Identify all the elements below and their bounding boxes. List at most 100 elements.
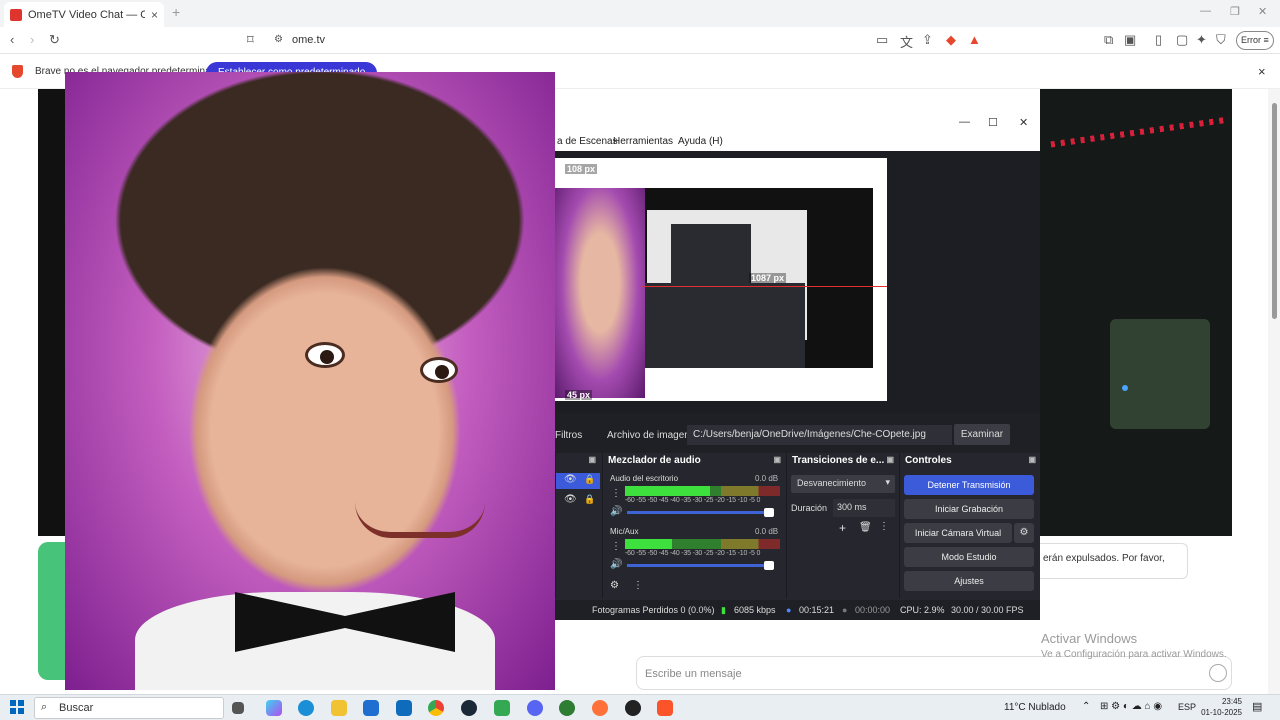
task-view-icon[interactable] [232, 702, 244, 714]
menu-scene-collection[interactable]: a de Escenas [557, 136, 618, 147]
record-time: 00:00:00 [855, 605, 891, 615]
leo-icon[interactable]: ✦ [1196, 32, 1207, 48]
start-recording-button[interactable]: Iniciar Grabación [904, 499, 1034, 519]
volume-slider[interactable] [627, 508, 774, 517]
speaker-icon[interactable]: 🔊 [610, 506, 622, 517]
bookmark-icon[interactable]: ⌑ [247, 32, 254, 48]
obs-close-icon[interactable]: ✕ [1019, 116, 1028, 129]
tray-chevron-icon[interactable]: ⌃ [1082, 701, 1090, 712]
speaker-icon[interactable]: 🔊 [610, 559, 622, 570]
delete-transition-icon[interactable]: 🗑 [859, 522, 872, 533]
duration-field[interactable]: 300 ms [833, 499, 895, 517]
file-explorer-icon[interactable] [331, 700, 347, 716]
copilot-icon[interactable] [266, 700, 282, 716]
preview-photo-source[interactable] [555, 188, 645, 398]
obs-maximize-icon[interactable]: ☐ [988, 116, 998, 129]
source-row-selected[interactable]: 👁 🔒 [556, 473, 600, 489]
add-transition-icon[interactable]: + [839, 521, 846, 535]
channel-menu-icon[interactable]: ⋮ [611, 488, 621, 499]
virtual-camera-settings-icon[interactable]: ⚙ [1014, 523, 1034, 543]
tray-app-icons[interactable]: ⊞ ⚙ ◐ ☁ ⌂ ◉ [1100, 701, 1162, 712]
menu-help[interactable]: Ayuda (H) [678, 136, 723, 147]
vpn-icon[interactable]: ⛉ [1216, 32, 1226, 48]
minimize-icon[interactable]: — [1200, 5, 1211, 17]
channel-menu-icon[interactable]: ⋮ [611, 541, 621, 552]
wallet-icon[interactable]: ▢ [1176, 32, 1188, 48]
visibility-icon[interactable]: 👁 [564, 494, 577, 505]
preview-canvas[interactable]: 108 px 1087 px 45 px [555, 158, 887, 401]
clock[interactable]: 23:45 01-10-2025 [1200, 696, 1242, 718]
outlook-icon[interactable] [396, 700, 412, 716]
studio-mode-button[interactable]: Modo Estudio [904, 547, 1034, 567]
preview-bottom-offset: 45 px [565, 390, 593, 400]
address-bar[interactable]: ome.tv [292, 34, 325, 46]
site-settings-icon[interactable]: ⚙ [274, 34, 283, 45]
advanced-audio-icon[interactable]: ⚙ [610, 580, 619, 591]
notifications-icon[interactable]: ▤ [1252, 700, 1262, 713]
volume-slider[interactable] [627, 561, 774, 570]
visibility-icon[interactable]: 👁 [564, 474, 577, 485]
taskbar-search[interactable]: ⌕ Buscar [34, 697, 224, 719]
image-path-field[interactable]: C:/Users/benja/OneDrive/Imágenes/Che-COp… [687, 425, 952, 445]
emoji-icon[interactable] [1209, 664, 1227, 682]
source-row[interactable]: 👁 🔒 [556, 493, 600, 509]
meter-ticks: -60 -55 -50 -45 -40 -35 -30 -25 -20 -15 … [625, 550, 761, 557]
settings-button[interactable]: Ajustes [904, 571, 1034, 591]
brave-icon[interactable] [657, 700, 673, 716]
back-icon[interactable]: ‹ [10, 32, 14, 47]
sources-dock: ▣ 👁 🔒 👁 🔒 [555, 453, 600, 598]
stop-streaming-button[interactable]: Detener Transmisión [904, 475, 1034, 495]
browse-button[interactable]: Examinar [954, 424, 1010, 445]
window-close-icon[interactable]: ✕ [1258, 5, 1267, 18]
scrollbar-thumb[interactable] [1272, 103, 1277, 319]
share-icon[interactable]: ⇪ [922, 32, 933, 48]
transition-menu-icon[interactable]: ⋮ [879, 521, 889, 532]
sidebar-icon[interactable]: ▯ [1155, 32, 1162, 48]
cast-icon[interactable]: ▭ [876, 32, 888, 48]
maximize-icon[interactable]: ❐ [1230, 5, 1240, 18]
error-menu-button[interactable]: Error ≡ [1236, 31, 1274, 50]
weather-widget[interactable]: 11°C Nublado [1004, 702, 1066, 713]
start-virtual-camera-button[interactable]: Iniciar Cámara Virtual [904, 523, 1012, 543]
message-input[interactable]: Escribe un mensaje [636, 656, 1232, 690]
brave-favicon-icon [10, 8, 22, 21]
browser-tab[interactable]: OmeTV Video Chat — Omegle × [4, 2, 164, 27]
obs-preview[interactable]: 108 px 1087 px 45 px [555, 151, 1040, 413]
filters-button[interactable]: Filtros [555, 430, 582, 441]
forward-icon[interactable]: › [30, 32, 34, 47]
lock-icon[interactable]: 🔒 [584, 494, 595, 505]
firefox-icon[interactable] [592, 700, 608, 716]
obs-title-bar: — ☐ ✕ [555, 113, 1040, 133]
edge-icon[interactable] [298, 700, 314, 716]
mixer-menu-icon[interactable]: ⋮ [633, 580, 643, 591]
vpn-app-icon[interactable] [494, 700, 510, 716]
transition-select[interactable]: Desvanecimiento ▾ [791, 475, 895, 493]
infobar-close-icon[interactable]: × [1258, 64, 1266, 79]
activate-line2: Ve a Configuración para activar Windows. [1041, 649, 1227, 660]
extensions-icon[interactable]: ⧉ [1104, 32, 1113, 48]
lock-icon[interactable]: 🔒 [584, 474, 595, 485]
tab-close-icon[interactable]: × [151, 8, 158, 22]
brave-shields-icon[interactable]: ◆ [946, 32, 956, 48]
reload-icon[interactable]: ↻ [49, 32, 60, 48]
start-icon[interactable] [10, 700, 24, 714]
chrome-icon[interactable] [428, 700, 444, 716]
app-icon[interactable] [559, 700, 575, 716]
activate-line1: Activar Windows [1041, 631, 1138, 646]
brave-rewards-icon[interactable]: ▲ [968, 32, 981, 47]
discord-icon[interactable] [527, 700, 543, 716]
input-language[interactable]: ESP [1178, 702, 1196, 712]
preview-top-offset: 108 px [565, 164, 598, 174]
page-scrollbar[interactable] [1268, 89, 1280, 694]
reader-icon[interactable]: ▣ [1124, 32, 1136, 48]
store-icon[interactable] [363, 700, 379, 716]
new-tab-icon[interactable]: + [172, 4, 180, 20]
menu-tools[interactable]: Herramientas [613, 136, 673, 147]
clock-date: 01-10-2025 [1201, 708, 1242, 717]
mixer-title: Mezclador de audio ▣ [608, 455, 781, 466]
obs-minimize-icon[interactable]: — [959, 116, 970, 128]
translate-icon[interactable]: 文 [900, 32, 913, 51]
duration-label: Duración [791, 503, 828, 513]
obs-icon[interactable] [625, 700, 641, 716]
steam-icon[interactable] [461, 700, 477, 716]
